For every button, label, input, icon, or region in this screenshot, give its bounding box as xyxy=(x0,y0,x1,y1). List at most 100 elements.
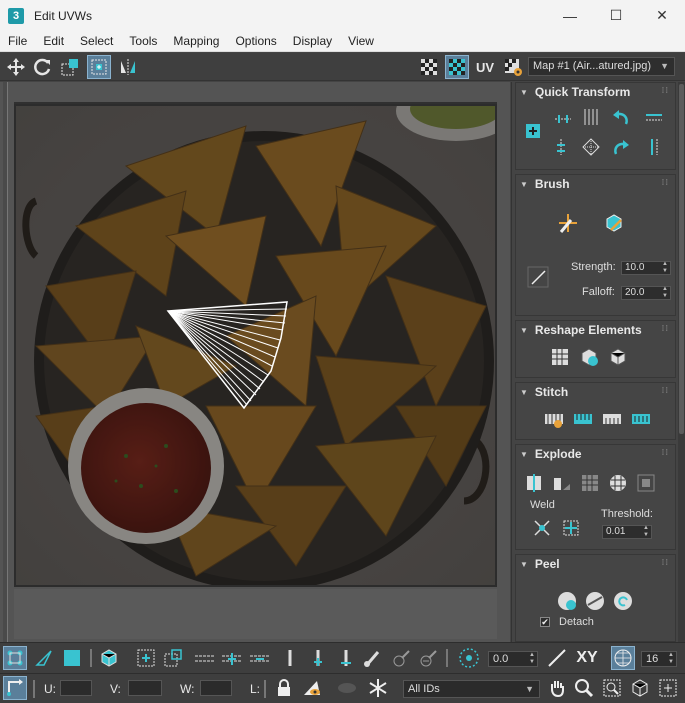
texture-image[interactable] xyxy=(14,104,497,587)
v-field[interactable] xyxy=(128,680,162,696)
rotate-cw-icon[interactable] xyxy=(609,135,633,159)
maximize-button[interactable]: ☐ xyxy=(593,0,639,31)
menu-select[interactable]: Select xyxy=(72,34,121,48)
grow-selection-icon[interactable] xyxy=(134,646,158,670)
paint-select-icon[interactable] xyxy=(360,646,384,670)
stitch-to-target-icon[interactable] xyxy=(600,407,624,431)
zoom-region-icon[interactable] xyxy=(600,676,624,700)
checker-settings-icon[interactable] xyxy=(501,55,525,79)
snap-line-icon[interactable] xyxy=(545,646,569,670)
flatten-by-material-icon[interactable] xyxy=(634,471,658,495)
set-pivot-icon[interactable] xyxy=(521,119,545,143)
grow-loop-icon[interactable] xyxy=(220,646,244,670)
shrink-selection-icon[interactable] xyxy=(161,646,185,670)
spinner-arrows-icon[interactable]: ▲ ▼ xyxy=(643,525,649,539)
show-map-icon[interactable] xyxy=(445,55,469,79)
stitch-to-source-icon[interactable] xyxy=(571,407,595,431)
paint-move-icon[interactable] xyxy=(556,211,580,235)
straighten-icon[interactable] xyxy=(579,135,603,159)
stitch-custom-icon[interactable] xyxy=(542,407,566,431)
spinner-arrows-icon[interactable]: ▲ ▼ xyxy=(662,261,668,275)
relax-until-flat-icon[interactable] xyxy=(577,345,601,369)
zoom-extents-icon[interactable] xyxy=(628,676,652,700)
rotation-angle-field[interactable]: 0.0 ▲ ▼ xyxy=(488,651,538,667)
mirror-icon[interactable] xyxy=(116,55,140,79)
menu-options[interactable]: Options xyxy=(227,34,284,48)
reshape-header[interactable]: ▼ Reshape Elements ⁞⁞ xyxy=(516,321,675,339)
material-id-select[interactable]: All IDs ▼ xyxy=(403,680,540,698)
paint-select-grow-icon[interactable] xyxy=(389,646,413,670)
brush-line-icon[interactable] xyxy=(526,265,550,289)
close-button[interactable]: ✕ xyxy=(639,0,685,31)
uv-viewport[interactable] xyxy=(0,82,510,642)
move-icon[interactable] xyxy=(4,55,28,79)
texture-map-select[interactable]: Map #1 (Air...atured.jpg) ▼ xyxy=(528,57,675,76)
peel-reset-icon[interactable] xyxy=(611,589,635,613)
peel-header[interactable]: ▼ Peel ⁞⁞ xyxy=(516,555,675,573)
uv-axis-button[interactable]: UV xyxy=(473,55,497,79)
flatten-by-smoothing-icon[interactable] xyxy=(606,471,630,495)
menu-mapping[interactable]: Mapping xyxy=(165,34,227,48)
align-horizontal-icon[interactable] xyxy=(551,105,575,129)
zoom-selected-icon[interactable] xyxy=(656,676,680,700)
falloff-spinner[interactable]: 20.0 ▲ ▼ xyxy=(621,286,671,300)
quick-peel-icon[interactable] xyxy=(555,589,579,613)
align-to-edge-icon[interactable] xyxy=(551,135,575,159)
stitch-header[interactable]: ▼ Stitch ⁞⁞ xyxy=(516,383,675,401)
break-icon[interactable] xyxy=(522,471,546,495)
menu-view[interactable]: View xyxy=(340,34,382,48)
loop-select-icon[interactable] xyxy=(193,646,217,670)
hide-icon[interactable] xyxy=(300,676,324,700)
checker-icon[interactable] xyxy=(417,55,441,79)
quick-transform-header[interactable]: ▼ Quick Transform ⁞⁞ xyxy=(516,83,675,101)
rotate-ccw-icon[interactable] xyxy=(609,105,633,129)
element-mode-icon[interactable] xyxy=(97,646,121,670)
zoom-icon[interactable] xyxy=(572,676,596,700)
panel-scrollbar-thumb[interactable] xyxy=(679,84,684,434)
relax-brush-icon[interactable] xyxy=(602,211,626,235)
explode-header[interactable]: ▼ Explode ⁞⁞ xyxy=(516,445,675,463)
lock-icon[interactable] xyxy=(272,676,296,700)
rotate-icon[interactable] xyxy=(31,55,55,79)
space-vertical-icon[interactable] xyxy=(642,135,666,159)
peel-mode-icon[interactable] xyxy=(583,589,607,613)
vertex-mode-icon[interactable] xyxy=(3,646,27,670)
grow-ring-icon[interactable] xyxy=(306,646,330,670)
menu-edit[interactable]: Edit xyxy=(35,34,72,48)
menu-tools[interactable]: Tools xyxy=(121,34,165,48)
weld-selected-icon[interactable] xyxy=(530,516,554,540)
detach-checkbox[interactable]: ✔ xyxy=(540,617,550,627)
scale-icon[interactable] xyxy=(58,55,82,79)
align-vertical-icon[interactable] xyxy=(579,105,603,129)
ring-select-icon[interactable] xyxy=(278,646,302,670)
detach-edge-icon[interactable] xyxy=(550,471,574,495)
grid-snap-icon[interactable] xyxy=(611,646,635,670)
shrink-loop-icon[interactable] xyxy=(248,646,272,670)
relax-icon[interactable] xyxy=(606,345,630,369)
face-mode-icon[interactable] xyxy=(60,646,84,670)
space-horizontal-icon[interactable] xyxy=(642,105,666,129)
spinner-arrows-icon[interactable]: ▲ ▼ xyxy=(662,286,668,300)
flatten-icon[interactable] xyxy=(578,471,602,495)
menu-display[interactable]: Display xyxy=(285,34,340,48)
absolute-offset-icon[interactable] xyxy=(3,676,27,700)
freeform-icon[interactable] xyxy=(87,55,111,79)
u-field[interactable] xyxy=(60,680,92,696)
panel-scrollbar[interactable] xyxy=(678,82,685,642)
stitch-average-icon[interactable] xyxy=(629,407,653,431)
edge-mode-icon[interactable] xyxy=(32,646,56,670)
threshold-spinner[interactable]: 0.01 ▲ ▼ xyxy=(602,525,652,539)
spinner-arrows-icon[interactable]: ▲ ▼ xyxy=(529,652,535,666)
paint-select-shrink-icon[interactable] xyxy=(416,646,440,670)
grid-size-field[interactable]: 16 ▲ ▼ xyxy=(641,651,677,667)
shrink-ring-icon[interactable] xyxy=(334,646,358,670)
spinner-arrows-icon[interactable]: ▲ ▼ xyxy=(668,652,674,666)
pan-hand-icon[interactable] xyxy=(545,676,569,700)
brush-header[interactable]: ▼ Brush ⁞⁞ xyxy=(516,175,675,193)
straighten-selection-icon[interactable] xyxy=(548,345,572,369)
minimize-button[interactable]: — xyxy=(547,0,593,31)
soft-selection-icon[interactable] xyxy=(457,646,481,670)
visibility-icon[interactable] xyxy=(335,676,359,700)
strength-spinner[interactable]: 10.0 ▲ ▼ xyxy=(621,261,671,275)
freeze-icon[interactable] xyxy=(366,676,390,700)
